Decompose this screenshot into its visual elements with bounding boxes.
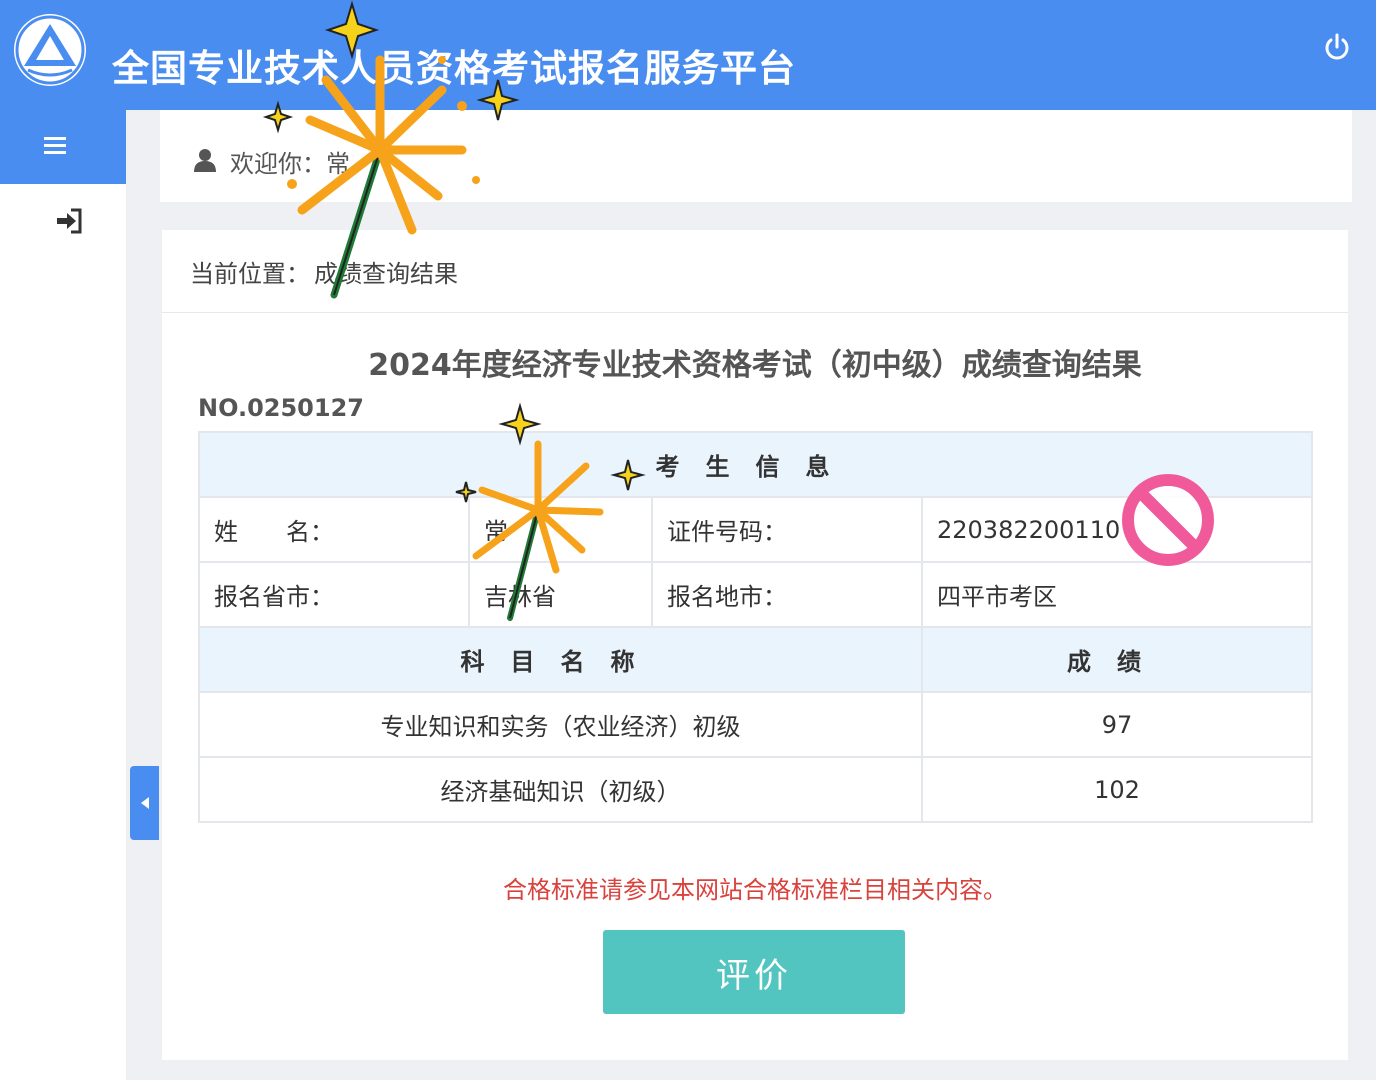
top-header: 全国专业技术人员资格考试报名服务平台 — [0, 0, 1376, 110]
menu-toggle-button[interactable] — [0, 110, 126, 184]
subject-score: 102 — [921, 756, 1313, 823]
sparkler-sticker-icon — [455, 402, 646, 621]
passing-standard-note: 合格标准请参见本网站合格标准栏目相关内容。 — [503, 876, 1007, 904]
sparkler-sticker-icon — [262, 0, 520, 299]
caret-left-icon — [141, 797, 149, 809]
subject-header: 科目名称 — [198, 626, 923, 693]
certificate-number: NO.0250127 — [198, 394, 364, 422]
prohibited-sticker-icon — [1122, 474, 1214, 566]
sidebar — [0, 110, 126, 1080]
table-row: 专业知识和实务（农业经济）初级 97 — [198, 691, 1313, 758]
city-value: 四平市考区 — [921, 561, 1313, 628]
power-icon[interactable] — [1322, 32, 1352, 62]
user-icon — [194, 149, 216, 172]
subject-score: 97 — [921, 691, 1313, 758]
table-row: 经济基础知识（初级） 102 — [198, 756, 1313, 823]
name-label: 姓 名： — [198, 496, 470, 563]
page-title: 2024年度经济专业技术资格考试（初中级）成绩查询结果 — [368, 348, 1142, 383]
sidebar-collapse-button[interactable] — [130, 766, 159, 840]
hamburger-icon — [44, 137, 66, 154]
id-number-label: 证件号码： — [651, 496, 923, 563]
sign-in-icon[interactable] — [54, 206, 84, 236]
id-number-value: 220382200110 — [921, 496, 1313, 563]
subject-name: 经济基础知识（初级） — [198, 756, 923, 823]
city-label: 报名地市： — [651, 561, 923, 628]
pta-logo — [14, 14, 86, 86]
result-card: 当前位置： 成绩查询结果 2024年度经济专业技术资格考试（初中级）成绩查询结果… — [162, 230, 1348, 1060]
table-row: 科目名称 成绩 — [198, 626, 1313, 693]
rate-button[interactable]: 评价 — [603, 930, 905, 1014]
score-header: 成绩 — [921, 626, 1313, 693]
province-label: 报名省市： — [198, 561, 470, 628]
subject-name: 专业知识和实务（农业经济）初级 — [198, 691, 923, 758]
table-row: 报名省市： 吉林省 报名地市： 四平市考区 — [198, 561, 1313, 628]
